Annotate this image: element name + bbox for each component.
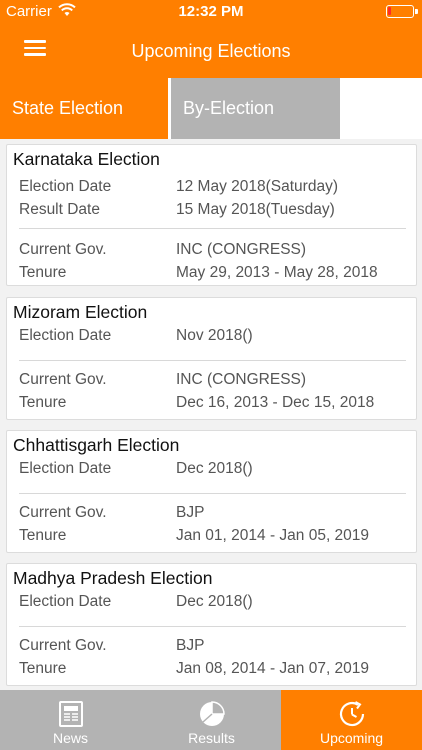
result-date-value: 15 May 2018(Tuesday) xyxy=(176,201,335,218)
divider xyxy=(19,360,406,361)
tenure-value: Jan 08, 2014 - Jan 07, 2019 xyxy=(176,660,370,677)
tab-news[interactable]: News xyxy=(0,690,141,750)
tenure-value: Dec 16, 2013 - Dec 15, 2018 xyxy=(176,394,375,411)
current-gov-label: Current Gov. xyxy=(19,504,107,521)
election-card[interactable]: Karnataka Election Election Date 12 May … xyxy=(6,144,417,286)
tenure-label: Tenure xyxy=(19,264,67,281)
current-gov-value: BJP xyxy=(176,504,205,521)
tenure-value: May 29, 2013 - May 28, 2018 xyxy=(176,264,378,281)
current-gov-value: INC (CONGRESS) xyxy=(176,241,307,258)
election-type-tabs: State Election By-Election xyxy=(0,78,422,139)
current-gov-label: Current Gov. xyxy=(19,637,107,654)
election-date-value: Dec 2018() xyxy=(176,593,253,610)
election-date-value: 12 May 2018(Saturday) xyxy=(176,178,338,195)
election-date-label: Election Date xyxy=(19,327,112,344)
election-date-label: Election Date xyxy=(19,460,112,477)
navigation-bar: Upcoming Elections xyxy=(0,24,422,78)
divider xyxy=(19,626,406,627)
tab-by-election[interactable]: By-Election xyxy=(171,78,340,139)
election-card[interactable]: Mizoram Election Election Date Nov 2018(… xyxy=(6,297,417,420)
divider xyxy=(19,493,406,494)
clock-refresh-icon xyxy=(337,699,367,729)
tab-results[interactable]: Results xyxy=(141,690,282,750)
current-gov-label: Current Gov. xyxy=(19,371,107,388)
status-bar: Carrier 12:32 PM xyxy=(0,0,422,24)
election-date-value: Dec 2018() xyxy=(176,460,253,477)
election-card[interactable]: Chhattisgarh Election Election Date Dec … xyxy=(6,430,417,553)
election-title: Mizoram Election xyxy=(13,302,148,322)
divider xyxy=(19,228,406,229)
pie-chart-icon xyxy=(197,699,227,729)
tab-upcoming-label: Upcoming xyxy=(319,730,384,746)
current-gov-value: INC (CONGRESS) xyxy=(176,371,307,388)
battery-icon xyxy=(386,5,418,18)
page-title: Upcoming Elections xyxy=(131,41,291,61)
tab-upcoming[interactable]: Upcoming xyxy=(281,690,422,750)
tab-results-label: Results xyxy=(188,730,235,746)
election-date-label: Election Date xyxy=(19,593,112,610)
tenure-label: Tenure xyxy=(19,660,67,677)
tab-news-label: News xyxy=(52,730,88,746)
battery-nub xyxy=(415,9,418,14)
election-title: Madhya Pradesh Election xyxy=(13,568,213,588)
election-card[interactable]: Madhya Pradesh Election Election Date De… xyxy=(6,563,417,686)
election-date-value: Nov 2018() xyxy=(176,327,253,344)
election-title: Karnataka Election xyxy=(13,149,160,169)
status-time: 12:32 PM xyxy=(178,3,244,20)
election-list[interactable]: Karnataka Election Election Date 12 May … xyxy=(0,139,422,690)
bottom-tab-bar: News Results Upcoming xyxy=(0,690,422,750)
tenure-value: Jan 01, 2014 - Jan 05, 2019 xyxy=(176,527,370,544)
result-date-label: Result Date xyxy=(19,201,100,218)
election-title: Chhattisgarh Election xyxy=(13,435,180,455)
newspaper-icon xyxy=(56,699,86,729)
tenure-label: Tenure xyxy=(19,527,67,544)
tab-state-election[interactable]: State Election xyxy=(0,78,168,139)
current-gov-value: BJP xyxy=(176,637,205,654)
battery-level xyxy=(388,7,391,15)
tenure-label: Tenure xyxy=(19,394,67,411)
current-gov-label: Current Gov. xyxy=(19,241,107,258)
election-date-label: Election Date xyxy=(19,178,112,195)
